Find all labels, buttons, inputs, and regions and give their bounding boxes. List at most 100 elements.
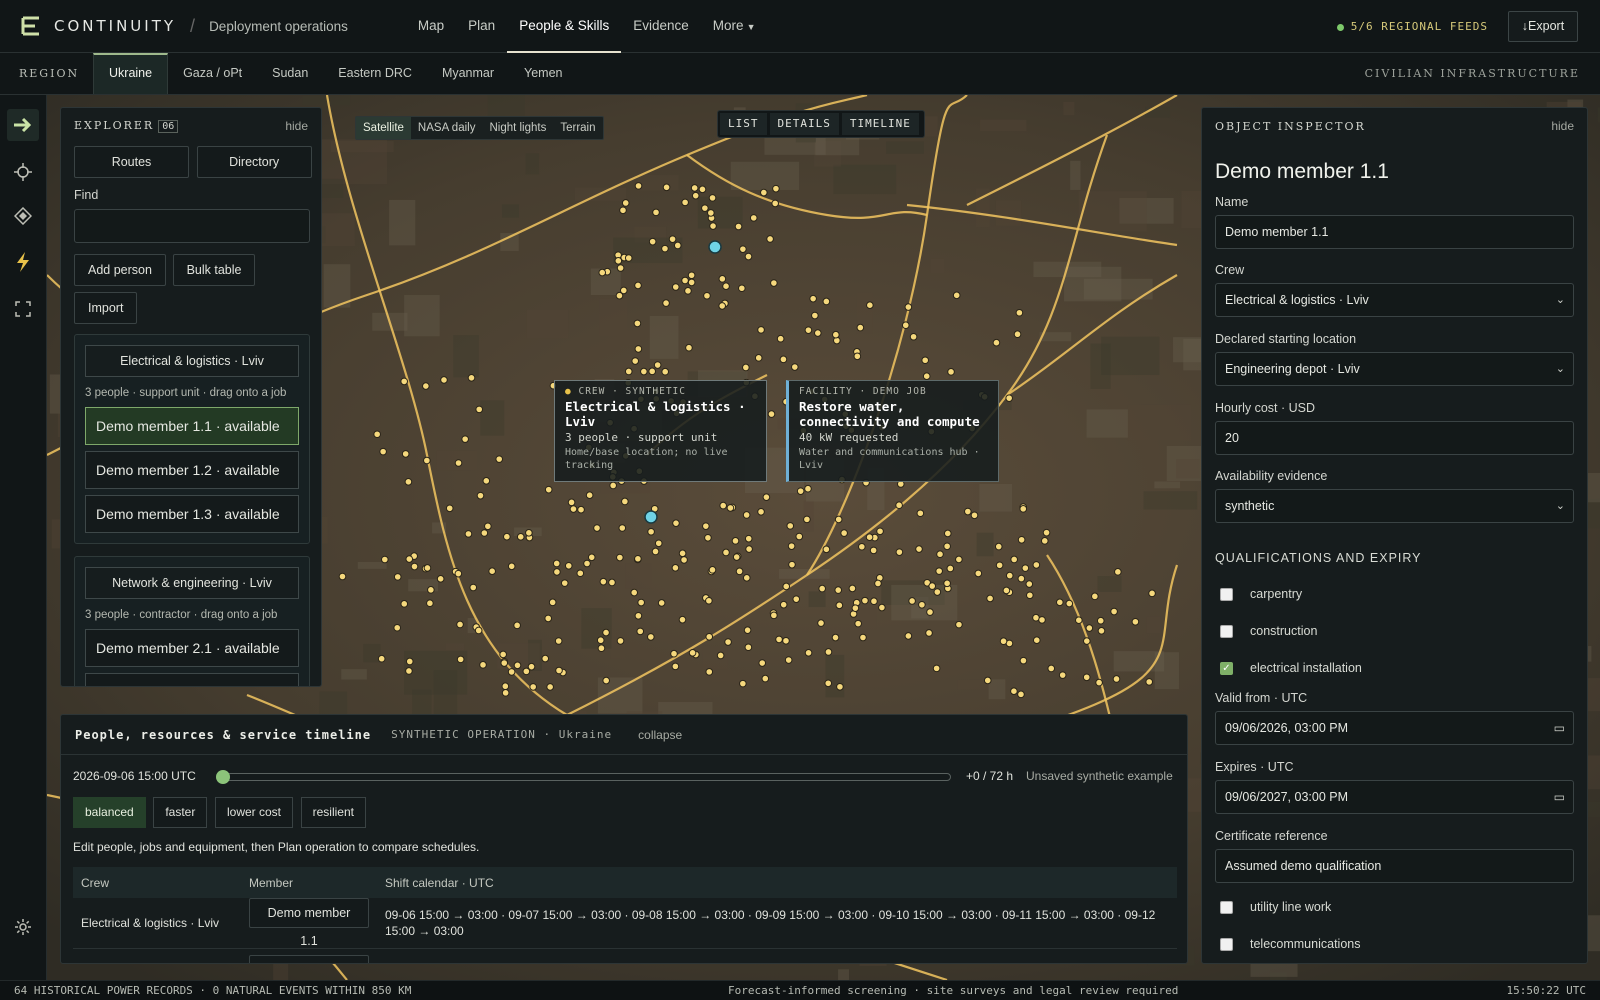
facility-marker[interactable] xyxy=(525,529,533,537)
facility-marker[interactable] xyxy=(671,283,680,291)
layer-night-lights[interactable]: Night lights xyxy=(482,117,553,139)
facility-marker[interactable] xyxy=(895,501,903,510)
facility-marker[interactable] xyxy=(876,527,884,536)
option-balanced[interactable]: balanced xyxy=(73,797,146,828)
facility-marker[interactable] xyxy=(522,667,531,676)
facility-marker[interactable] xyxy=(464,530,473,538)
facility-marker[interactable] xyxy=(878,603,886,612)
facility-marker[interactable] xyxy=(791,363,799,371)
facility-marker[interactable] xyxy=(922,372,931,380)
table-row[interactable]: Electrical & logistics · Lviv Demo membe… xyxy=(73,898,1177,949)
facility-marker[interactable] xyxy=(916,509,925,518)
nav-plan[interactable]: Plan xyxy=(456,0,507,53)
valid-from-field[interactable]: 09/06/2026, 03:00 PM ▭ xyxy=(1215,711,1574,745)
facility-marker[interactable] xyxy=(423,456,431,465)
checkbox-icon[interactable] xyxy=(1220,587,1233,601)
facility-marker[interactable] xyxy=(513,661,522,670)
facility-marker[interactable] xyxy=(405,657,414,666)
facility-marker[interactable] xyxy=(1131,617,1140,626)
facility-marker[interactable] xyxy=(870,597,878,606)
certificate-field[interactable]: Assumed demo qualification xyxy=(1215,849,1574,883)
facility-marker[interactable] xyxy=(615,291,624,300)
facility-marker[interactable] xyxy=(691,191,700,200)
facility-marker[interactable] xyxy=(634,554,642,563)
facility-marker[interactable] xyxy=(637,598,645,607)
facility-marker[interactable] xyxy=(503,532,511,541)
facility-marker[interactable] xyxy=(836,682,844,691)
qual-carpentry[interactable]: carpentry xyxy=(1220,587,1587,601)
facility-marker[interactable] xyxy=(554,637,563,645)
layer-terrain[interactable]: Terrain xyxy=(553,117,602,139)
facility-marker[interactable] xyxy=(1017,535,1026,544)
facility-marker[interactable] xyxy=(393,623,402,632)
facility-marker[interactable] xyxy=(831,633,840,642)
facility-marker[interactable] xyxy=(544,614,553,623)
facility-marker[interactable] xyxy=(701,204,709,212)
facility-marker[interactable] xyxy=(758,659,767,667)
facility-marker[interactable] xyxy=(1038,616,1046,624)
add-person-button[interactable]: Add person xyxy=(74,254,166,286)
facility-marker[interactable] xyxy=(804,484,812,493)
arrow-right-icon[interactable] xyxy=(7,109,39,141)
facility-marker[interactable] xyxy=(634,345,643,353)
facility-marker[interactable] xyxy=(529,683,537,691)
explorer-hide-button[interactable]: hide xyxy=(285,119,308,133)
checkbox-icon[interactable] xyxy=(1220,900,1233,914)
facility-marker[interactable] xyxy=(1019,656,1028,665)
import-button[interactable]: Import xyxy=(74,292,138,324)
member-2-2[interactable]: Demo member 2.2 · available xyxy=(85,673,299,686)
facility-marker[interactable] xyxy=(921,356,930,365)
facility-marker[interactable] xyxy=(567,498,576,507)
facility-marker[interactable] xyxy=(834,515,843,524)
facility-marker[interactable] xyxy=(1065,599,1074,608)
calendar-icon[interactable]: ▭ xyxy=(1554,781,1565,813)
facility-marker[interactable] xyxy=(587,553,596,562)
facility-marker[interactable] xyxy=(688,649,697,657)
facility-marker[interactable] xyxy=(787,542,796,550)
region-tab-yemen[interactable]: Yemen xyxy=(509,53,577,94)
facility-marker[interactable] xyxy=(1017,574,1026,583)
facility-marker[interactable] xyxy=(726,504,735,512)
inspector-hide-button[interactable]: hide xyxy=(1551,119,1574,133)
facility-marker[interactable] xyxy=(648,237,657,246)
facility-marker[interactable] xyxy=(767,410,776,418)
facility-marker[interactable] xyxy=(775,635,783,644)
facility-marker[interactable] xyxy=(634,281,642,290)
facility-marker[interactable] xyxy=(974,569,983,578)
facility-marker[interactable] xyxy=(454,569,463,578)
crew-card-2[interactable]: Network & engineering · Lviv 3 people · … xyxy=(74,556,310,686)
facility-marker[interactable] xyxy=(1058,671,1067,679)
facility-marker[interactable] xyxy=(681,198,689,207)
facility-marker[interactable] xyxy=(738,284,746,293)
facility-marker[interactable] xyxy=(1055,598,1064,607)
facility-marker[interactable] xyxy=(381,555,389,564)
facility-marker[interactable] xyxy=(654,539,663,548)
facility-marker[interactable] xyxy=(422,382,430,390)
facility-marker[interactable] xyxy=(469,583,478,592)
facility-marker[interactable] xyxy=(904,303,913,311)
facility-marker[interactable] xyxy=(440,376,448,384)
facility-marker[interactable] xyxy=(1040,537,1049,545)
facility-marker[interactable] xyxy=(1005,394,1013,402)
facility-marker[interactable] xyxy=(705,632,714,641)
hourly-cost-field[interactable]: 20 xyxy=(1215,421,1574,455)
facility-marker[interactable] xyxy=(553,568,561,576)
member-2-1[interactable]: Demo member 2.1 · available xyxy=(85,629,299,667)
facility-marker[interactable] xyxy=(548,598,557,607)
layer-nasa-daily[interactable]: NASA daily xyxy=(411,117,483,139)
facility-marker[interactable] xyxy=(552,559,561,568)
facility-marker[interactable] xyxy=(742,511,751,519)
facility-marker[interactable] xyxy=(926,608,934,616)
facility-marker[interactable] xyxy=(904,632,913,640)
facility-marker[interactable] xyxy=(501,689,510,697)
facility-marker[interactable] xyxy=(1013,330,1022,339)
checkbox-checked-icon[interactable]: ✓ xyxy=(1220,661,1233,675)
facility-marker[interactable] xyxy=(732,553,741,561)
facility-marker[interactable] xyxy=(1145,678,1153,686)
layer-satellite[interactable]: Satellite xyxy=(356,117,411,139)
facility-marker[interactable] xyxy=(410,562,419,571)
region-tab-ukraine[interactable]: Ukraine xyxy=(93,53,169,94)
facility-marker[interactable] xyxy=(858,542,866,551)
facility-marker[interactable] xyxy=(861,596,869,605)
facility-marker[interactable] xyxy=(739,679,747,688)
